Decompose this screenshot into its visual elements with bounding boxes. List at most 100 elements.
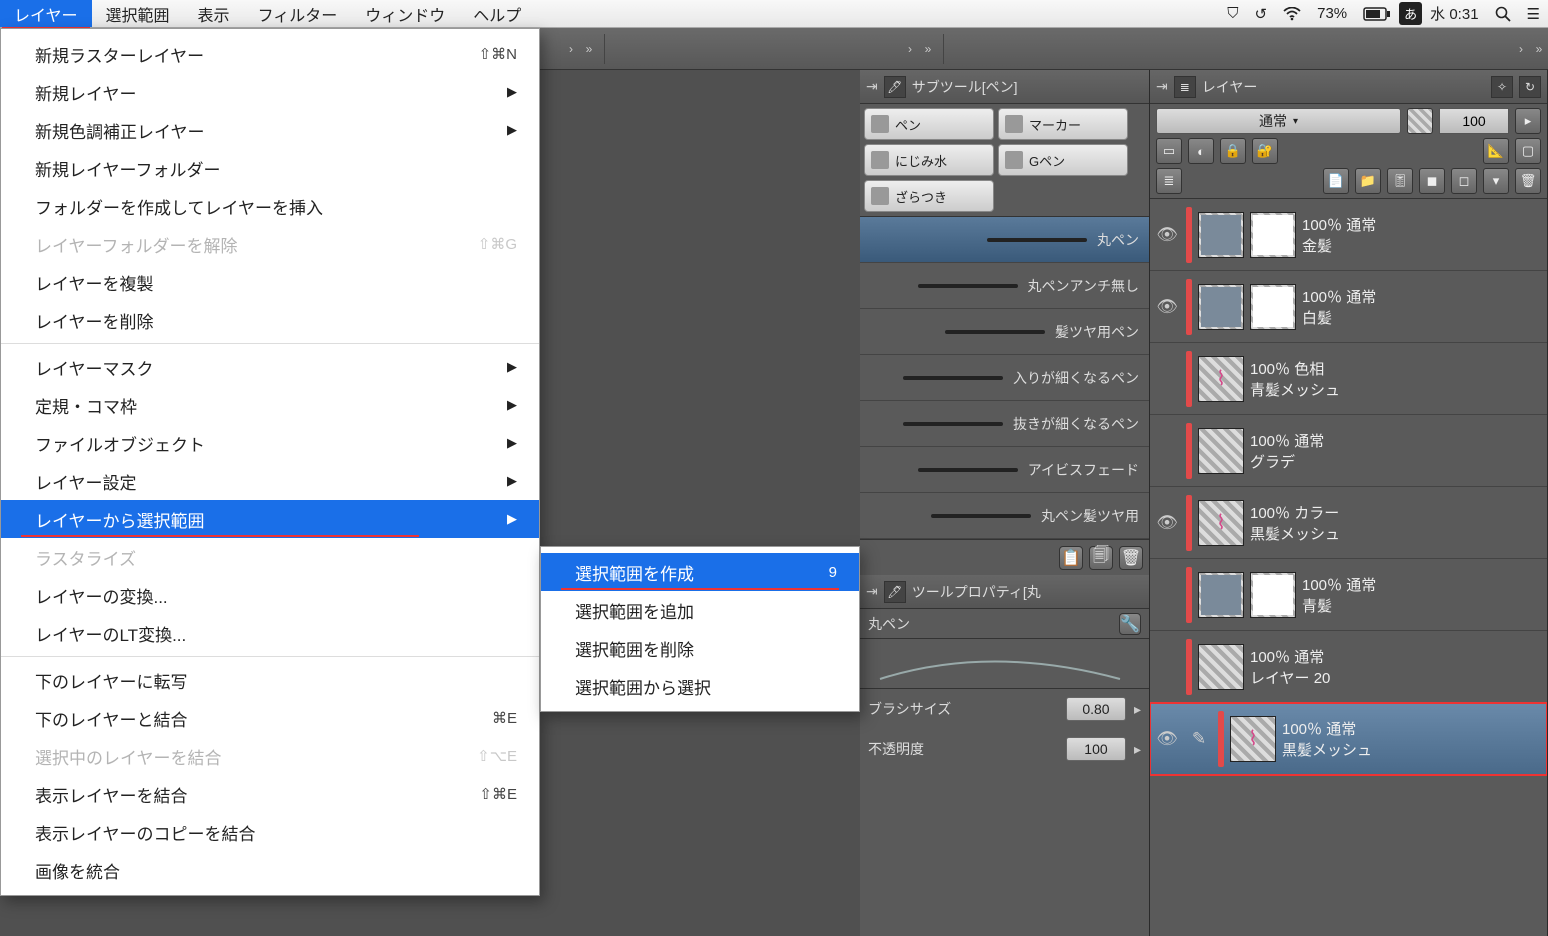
chevron-icon[interactable]: › [1512,42,1530,56]
visibility-toggle[interactable]: 👁 [1154,729,1180,749]
lock-alpha-icon[interactable]: 🔐 [1252,138,1278,164]
spotlight-icon[interactable] [1487,6,1519,22]
subtool-tab[interactable]: ⇥ 🖊 サブツール[ペン] [860,70,1149,104]
adjust-icon[interactable]: 🎚 [1387,168,1413,194]
pen-row[interactable]: 髪ツヤ用ペン [860,309,1149,355]
collapse-icon[interactable]: ⇥ [866,583,878,600]
stepper-icon[interactable]: ▸ [1134,741,1141,758]
layer-stack-icon[interactable]: ≣ [1156,168,1182,194]
menu-item[interactable]: 画像を統合 [1,851,539,889]
visibility-toggle[interactable]: 👁 [1154,513,1180,533]
effects-icon[interactable]: ✧ [1491,76,1513,98]
subtool-button[interactable]: マーカー [998,108,1128,140]
layer-item[interactable]: 👁100％ 通常金髪 [1150,199,1547,271]
layer-tab[interactable]: ⇥ ≣ レイヤー ✧ ↻ [1150,70,1547,104]
wrench-icon[interactable]: 🔧 [1119,613,1141,635]
layer-item[interactable]: 👁100％ 通常白髪 [1150,271,1547,343]
submenu-item[interactable]: 選択範囲を追加 [541,591,859,629]
menu-item[interactable]: レイヤーのLT変換... [1,614,539,652]
opacity-value[interactable]: 100 [1439,108,1509,134]
menu-item[interactable]: フォルダーを作成してレイヤーを挿入 [1,187,539,225]
chevron-icon[interactable]: » [919,42,937,56]
brush-curve[interactable] [860,639,1149,689]
chevron-icon[interactable]: › [562,42,580,56]
subtool-button[interactable]: ざらつき [864,180,994,212]
toolprop-value[interactable]: 100 [1066,737,1126,761]
collapse-icon[interactable]: ⇥ [1156,78,1168,95]
toolprop-tab[interactable]: ⇥ 🖊 ツールプロパティ[丸 [860,575,1149,609]
menu-item[interactable]: 新規レイヤーフォルダー [1,149,539,187]
clipboard-icon[interactable]: 📋 [1059,546,1083,570]
menu-item[interactable]: 下のレイヤーと結合⌘E [1,699,539,737]
chevron-icon[interactable]: › [901,42,919,56]
merge-icon[interactable]: ▾ [1483,168,1509,194]
chevron-icon[interactable]: » [1530,42,1548,56]
menubar-item-view[interactable]: 表示 [184,0,244,27]
menubar-item-filter[interactable]: フィルター [244,0,352,27]
ime-indicator[interactable]: あ [1399,2,1422,25]
pen-row[interactable]: 抜きが細くなるペン [860,401,1149,447]
pen-row[interactable]: 丸ペン髪ツヤ用 [860,493,1149,539]
lock-icon[interactable]: 🔒 [1220,138,1246,164]
chevron-icon[interactable]: » [580,42,598,56]
trash-icon[interactable]: 🗑 [1119,546,1143,570]
pen-row[interactable]: 丸ペン [860,217,1149,263]
subtool-button[interactable]: にじみ水 [864,144,994,176]
ruler-icon[interactable]: 📐 [1483,138,1509,164]
collapse-icon[interactable]: ⇥ [866,78,878,95]
submenu-item[interactable]: 選択範囲を削除 [541,629,859,667]
trash-icon[interactable]: 🗑 [1515,168,1541,194]
menu-extras-icon[interactable]: ☰ [1519,5,1548,23]
menu-item[interactable]: レイヤー設定▶ [1,462,539,500]
subtool-button[interactable]: ペン [864,108,994,140]
subtool-button[interactable]: Gペン [998,144,1128,176]
visibility-toggle[interactable]: 👁 [1154,225,1180,245]
pen-row[interactable]: 入りが細くなるペン [860,355,1149,401]
timemachine-icon[interactable]: ↺ [1247,5,1276,23]
menu-item[interactable]: レイヤーを複製 [1,263,539,301]
menu-item[interactable]: レイヤーから選択範囲▶ [1,500,539,538]
menubar-item-selection[interactable]: 選択範囲 [92,0,184,27]
layer-item[interactable]: 👁✎100％ 通常黒髪メッシュ [1150,703,1547,775]
blend-mode-select[interactable]: 通常 ▾ [1156,108,1401,134]
submenu-item[interactable]: 選択範囲から選択 [541,667,859,705]
mask-add-icon[interactable]: ◼ [1419,168,1445,194]
stepper-icon[interactable]: ▸ [1134,701,1141,718]
layer-item[interactable]: 👁100％ カラー黒髪メッシュ [1150,487,1547,559]
layer-item[interactable]: 100％ 通常青髪 [1150,559,1547,631]
toolprop-value[interactable]: 0.80 [1066,697,1126,721]
visibility-toggle[interactable]: 👁 [1154,297,1180,317]
frame-icon[interactable]: ▢ [1515,138,1541,164]
menu-item[interactable]: レイヤーマスク▶ [1,348,539,386]
menu-item[interactable]: 新規レイヤー▶ [1,73,539,111]
menubar-item-help[interactable]: ヘルプ [459,0,535,27]
layer-item[interactable]: 100％ 色相青髪メッシュ [1150,343,1547,415]
pen-row[interactable]: 丸ペンアンチ無し [860,263,1149,309]
menu-item[interactable]: 定規・コマ枠▶ [1,386,539,424]
opacity-stepper[interactable]: ▸ [1515,108,1541,134]
menu-item[interactable]: 新規ラスターレイヤー⇧⌘N [1,35,539,73]
mask-enable-icon[interactable]: ◻ [1451,168,1477,194]
new-layer-icon[interactable]: 📄 [1323,168,1349,194]
clip-icon[interactable]: ▭ [1156,138,1182,164]
duplicate-icon[interactable]: 🗐 [1089,546,1113,570]
menu-item[interactable]: 新規色調補正レイヤー▶ [1,111,539,149]
menubar-item-layer[interactable]: レイヤー [0,0,92,27]
new-folder-icon[interactable]: 📁 [1355,168,1381,194]
shield-icon[interactable]: ⛉ [1219,5,1246,22]
layer-item[interactable]: 100％ 通常グラデ [1150,415,1547,487]
menu-item[interactable]: 下のレイヤーに転写 [1,661,539,699]
battery-icon[interactable] [1355,7,1399,21]
menu-item[interactable]: ファイルオブジェクト▶ [1,424,539,462]
submenu-item[interactable]: 選択範囲を作成9 [541,553,859,591]
history-icon[interactable]: ↻ [1519,76,1541,98]
wifi-icon[interactable] [1275,7,1309,21]
layer-item[interactable]: 100％ 通常レイヤー 20 [1150,631,1547,703]
menu-item[interactable]: レイヤーの変換... [1,576,539,614]
pen-row[interactable]: アイビスフェード [860,447,1149,493]
menu-item[interactable]: レイヤーを削除 [1,301,539,339]
menu-item[interactable]: 表示レイヤーを結合⇧⌘E [1,775,539,813]
menubar-item-window[interactable]: ウィンドウ [351,0,459,27]
menu-item[interactable]: 表示レイヤーのコピーを結合 [1,813,539,851]
mask-icon[interactable]: ◐ [1188,138,1214,164]
